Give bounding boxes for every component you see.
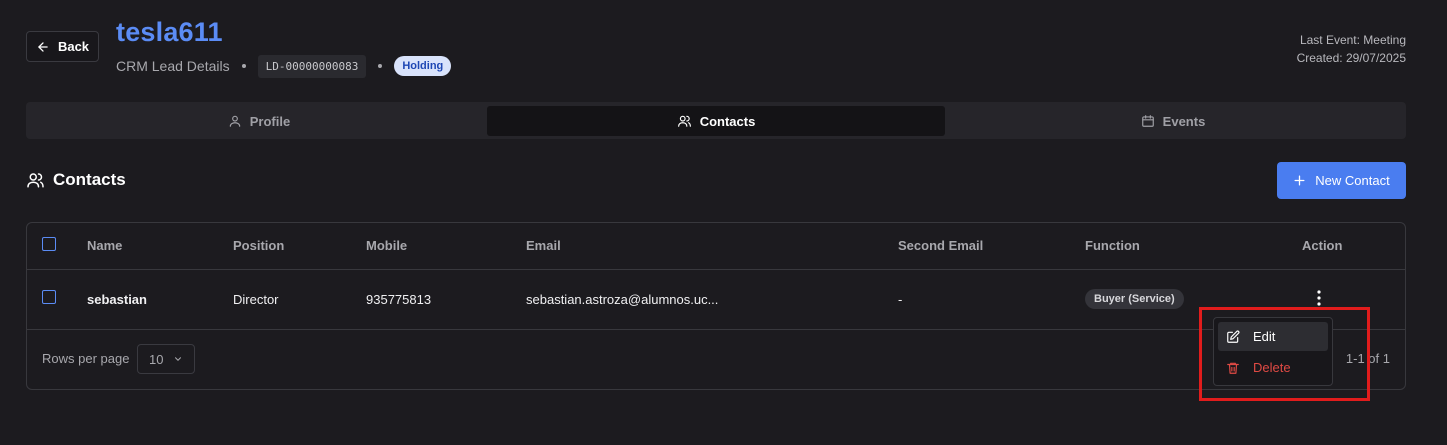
contact-second-email: - xyxy=(898,292,903,307)
contact-mobile: 935775813 xyxy=(366,292,432,307)
highlight-box xyxy=(1199,307,1370,401)
column-header-position[interactable]: Position xyxy=(233,238,284,253)
column-header-email[interactable]: Email xyxy=(526,238,561,253)
select-all-checkbox[interactable] xyxy=(42,237,56,251)
page-subtitle: CRM Lead Details xyxy=(116,58,230,74)
tab-profile[interactable]: Profile xyxy=(30,106,488,136)
back-label: Back xyxy=(57,39,90,54)
rows-per-page-value: 10 xyxy=(149,351,164,367)
contact-email: sebastian.astroza@alumnos.uc... xyxy=(526,292,719,307)
back-button[interactable]: Back xyxy=(26,31,99,62)
contact-position: Director xyxy=(233,292,279,307)
created-date-text: Created: 29/07/2025 xyxy=(1296,51,1406,65)
lead-subtitle-row: CRM Lead Details LD-00000000083 Holding xyxy=(116,53,452,79)
tab-contacts[interactable]: Contacts xyxy=(487,106,945,136)
last-event-text: Last Event: Meeting xyxy=(1299,33,1406,47)
rows-per-page-label: Rows per page xyxy=(42,351,130,366)
section-title-label: Contacts xyxy=(53,170,126,189)
new-contact-button[interactable]: New Contact xyxy=(1277,162,1406,199)
page-title: tesla611 xyxy=(116,17,223,47)
rows-per-page-select[interactable]: 10 xyxy=(137,344,195,374)
tab-label: Events xyxy=(1162,113,1206,129)
more-vertical-icon[interactable] xyxy=(1315,288,1323,308)
tab-events[interactable]: Events xyxy=(944,106,1402,136)
column-header-mobile[interactable]: Mobile xyxy=(366,238,407,253)
arrow-left-icon xyxy=(38,41,48,52)
tab-label: Contacts xyxy=(699,113,756,129)
separator-dot xyxy=(241,64,246,68)
contact-name: sebastian xyxy=(87,292,147,307)
chevron-down-icon xyxy=(175,357,181,361)
separator-dot xyxy=(378,64,383,68)
column-header-name[interactable]: Name xyxy=(87,238,122,253)
new-contact-label: New Contact xyxy=(1315,173,1390,188)
users-icon xyxy=(677,115,691,127)
column-header-action: Action xyxy=(1302,238,1343,253)
lead-code: LD-00000000083 xyxy=(257,54,367,78)
status-badge: Holding xyxy=(394,56,452,76)
lead-meta: Last Event: Meeting Created: 29/07/2025 xyxy=(1297,31,1406,67)
section-title: Contacts xyxy=(26,170,126,190)
user-icon xyxy=(229,115,241,127)
plus-icon xyxy=(1294,175,1305,186)
tab-label: Profile xyxy=(249,113,291,129)
function-badge: Buyer (Service) xyxy=(1085,289,1184,309)
calendar-icon xyxy=(1141,115,1154,127)
table-header-row: Name Position Mobile Email Second Email … xyxy=(27,223,1405,270)
row-checkbox[interactable] xyxy=(42,290,56,304)
tab-bar: Profile Contacts Events xyxy=(26,102,1406,139)
column-header-function[interactable]: Function xyxy=(1085,238,1140,253)
column-header-second-email[interactable]: Second Email xyxy=(898,238,983,253)
users-icon xyxy=(27,173,44,188)
